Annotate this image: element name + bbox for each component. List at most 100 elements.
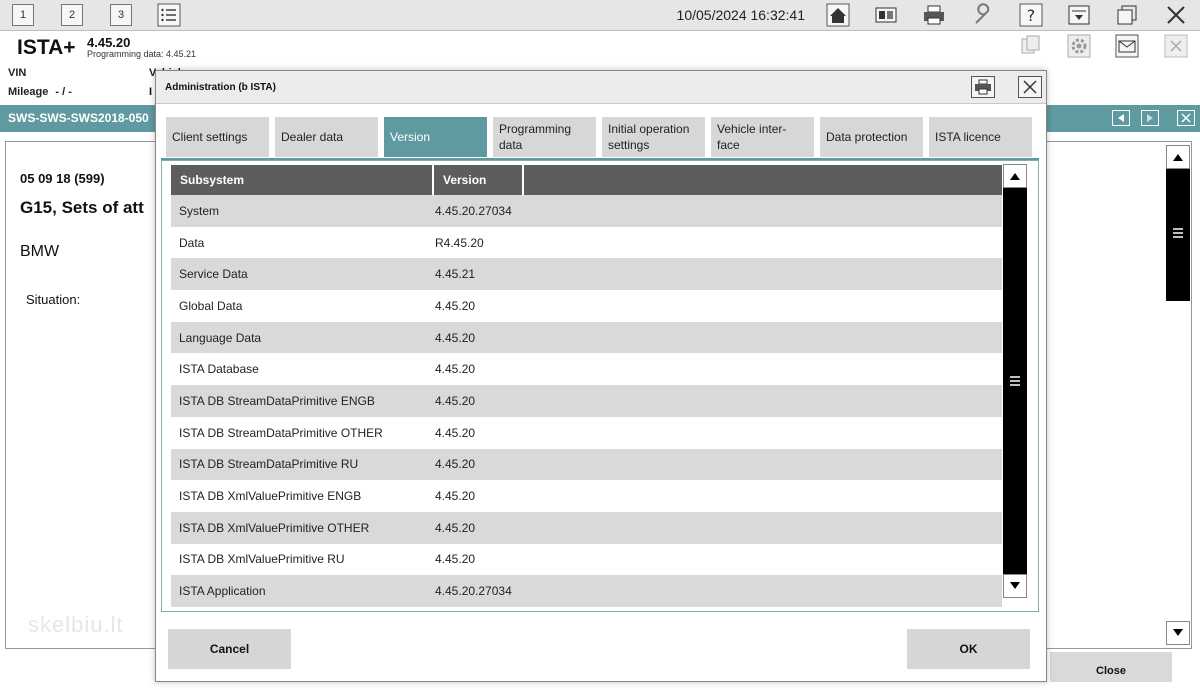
cell-subsystem: Data [179, 235, 205, 250]
close-session-icon[interactable] [1177, 110, 1195, 126]
cell-version: 4.45.20 [435, 520, 476, 535]
cell-subsystem: System [179, 203, 220, 218]
cell-version: 4.45.20 [435, 552, 476, 567]
cell-version: 4.45.20.27034 [435, 584, 512, 599]
tab-vehicle-interface[interactable]: Vehicle inter-face [711, 117, 814, 157]
datetime-display: 10/05/2024 16:32:41 [676, 7, 805, 23]
cell-version: 4.45.20 [435, 457, 476, 472]
table-scrollbar[interactable] [1003, 164, 1027, 598]
table-row[interactable]: ISTA DB XmlValuePrimitive ENGB 4.45.20 [171, 480, 1002, 512]
tab-data-protection[interactable]: Data protection [820, 117, 923, 157]
vehicle-id-icon[interactable] [873, 3, 899, 27]
tab-programming-data[interactable]: Programming data [493, 117, 596, 157]
scroll-down-icon[interactable] [1166, 621, 1190, 645]
programming-data: Programming data: 4.45.21 [87, 49, 197, 59]
dialog-print-icon[interactable] [971, 76, 995, 98]
table-row[interactable]: ISTA Application 4.45.20.27034 [171, 575, 1002, 607]
table-scroll-down-icon[interactable] [1003, 574, 1027, 598]
vin-label: VIN [8, 67, 27, 79]
cell-subsystem: ISTA Application [179, 584, 266, 599]
document-brand: BMW [20, 243, 60, 260]
copy-icon[interactable] [1018, 34, 1044, 58]
mileage-label-text: Mileage [8, 86, 49, 98]
table-row[interactable]: ISTA DB StreamDataPrimitive OTHER 4.45.20 [171, 417, 1002, 449]
session-title: SWS-SWS-SWS2018-050 [8, 111, 149, 125]
header-subsystem[interactable]: Subsystem [171, 165, 434, 195]
dialog-close-icon[interactable] [1018, 76, 1042, 98]
cell-version: 4.45.21 [435, 267, 476, 282]
table-row[interactable]: ISTA DB StreamDataPrimitive ENGB 4.45.20 [171, 385, 1002, 417]
mileage-tail: I [149, 86, 153, 98]
window-1-button[interactable]: 1 [12, 4, 34, 26]
restore-window-icon[interactable] [1114, 3, 1140, 27]
minimize-window-icon[interactable] [1066, 3, 1092, 27]
cell-version: R4.45.20 [435, 235, 484, 250]
cell-subsystem: ISTA DB StreamDataPrimitive ENGB [179, 393, 375, 408]
next-arrow-icon[interactable] [1141, 110, 1159, 126]
mileage-value: - / - [55, 86, 72, 98]
table-row[interactable]: ISTA Database 4.45.20 [171, 353, 1002, 385]
wrench-icon[interactable] [970, 3, 996, 27]
close-button[interactable]: Close [1050, 652, 1172, 682]
administration-dialog: Administration (b ISTA) Client settings … [155, 70, 1047, 682]
tab-client-settings[interactable]: Client settings [166, 117, 269, 157]
background-scrollbar[interactable] [1166, 145, 1190, 645]
cancel-icon[interactable] [1163, 34, 1189, 58]
cell-subsystem: Language Data [179, 330, 262, 345]
table-row[interactable]: Data R4.45.20 [171, 227, 1002, 259]
window-2-button[interactable]: 2 [61, 4, 83, 26]
cell-version: 4.45.20 [435, 393, 476, 408]
cell-subsystem: ISTA DB StreamDataPrimitive OTHER [179, 425, 383, 440]
app-title: ISTA+ [17, 36, 76, 59]
table-row[interactable]: System 4.45.20.27034 [171, 195, 1002, 227]
mail-icon[interactable] [1114, 34, 1140, 58]
table-scroll-up-icon[interactable] [1003, 164, 1027, 188]
header-version[interactable]: Version [434, 165, 524, 195]
tab-ista-licence[interactable]: ISTA licence [929, 117, 1032, 157]
situation-label: Situation: [26, 292, 81, 307]
table-row[interactable]: ISTA DB XmlValuePrimitive OTHER 4.45.20 [171, 511, 1002, 544]
window-3-button[interactable]: 3 [110, 4, 132, 26]
table-row[interactable]: ISTA DB XmlValuePrimitive RU 4.45.20 [171, 544, 1002, 576]
tab-dealer-data[interactable]: Dealer data [275, 117, 378, 157]
dialog-title: Administration (b ISTA) [165, 82, 276, 93]
close-app-icon[interactable] [1163, 3, 1189, 27]
table-row[interactable]: Service Data 4.45.21 [171, 258, 1002, 291]
cell-subsystem: ISTA DB StreamDataPrimitive RU [179, 457, 359, 472]
cell-subsystem: Service Data [179, 267, 248, 282]
table-header: Subsystem Version [171, 165, 1002, 195]
cell-subsystem: ISTA DB XmlValuePrimitive OTHER [179, 520, 370, 535]
cell-version: 4.45.20 [435, 362, 476, 377]
document-title: G15, Sets of att [20, 198, 144, 217]
tab-version[interactable]: Version [384, 117, 487, 157]
cell-subsystem: ISTA DB XmlValuePrimitive ENGB [179, 489, 362, 504]
watermark: skelbiu.lt [28, 612, 124, 637]
table-row[interactable]: Language Data 4.45.20 [171, 321, 1002, 354]
ok-button[interactable]: OK [907, 629, 1030, 669]
top-toolbar: 1 2 3 10/05/2024 16:32:41 ? [0, 0, 1200, 31]
help-icon[interactable]: ? [1018, 3, 1044, 27]
tab-initial-operation-settings[interactable]: Initial operation settings [602, 117, 705, 157]
dialog-titlebar: Administration (b ISTA) [156, 71, 1046, 104]
version-table: Subsystem Version System 4.45.20.27034 Da… [171, 165, 1002, 607]
table-scroll-thumb[interactable] [1003, 188, 1027, 574]
table-row[interactable]: Global Data 4.45.20 [171, 290, 1002, 322]
cell-version: 4.45.20 [435, 298, 476, 313]
cell-version: 4.45.20 [435, 489, 476, 504]
mileage-label: Mileage - / - [8, 86, 72, 98]
cancel-button[interactable]: Cancel [168, 629, 291, 669]
scroll-up-icon[interactable] [1166, 145, 1190, 169]
printer-icon[interactable] [921, 3, 947, 27]
prev-arrow-icon[interactable] [1112, 110, 1130, 126]
cell-subsystem: ISTA Database [179, 362, 259, 377]
cell-version: 4.45.20 [435, 425, 476, 440]
scroll-thumb[interactable] [1166, 169, 1190, 301]
list-icon[interactable] [156, 3, 182, 27]
cell-subsystem: Global Data [179, 298, 243, 313]
app-version: 4.45.20 [87, 35, 131, 50]
home-icon[interactable] [825, 3, 851, 27]
cell-version: 4.45.20 [435, 330, 476, 345]
cell-subsystem: ISTA DB XmlValuePrimitive RU [179, 552, 345, 567]
table-row[interactable]: ISTA DB StreamDataPrimitive RU 4.45.20 [171, 448, 1002, 481]
settings-gear-icon[interactable] [1066, 34, 1092, 58]
